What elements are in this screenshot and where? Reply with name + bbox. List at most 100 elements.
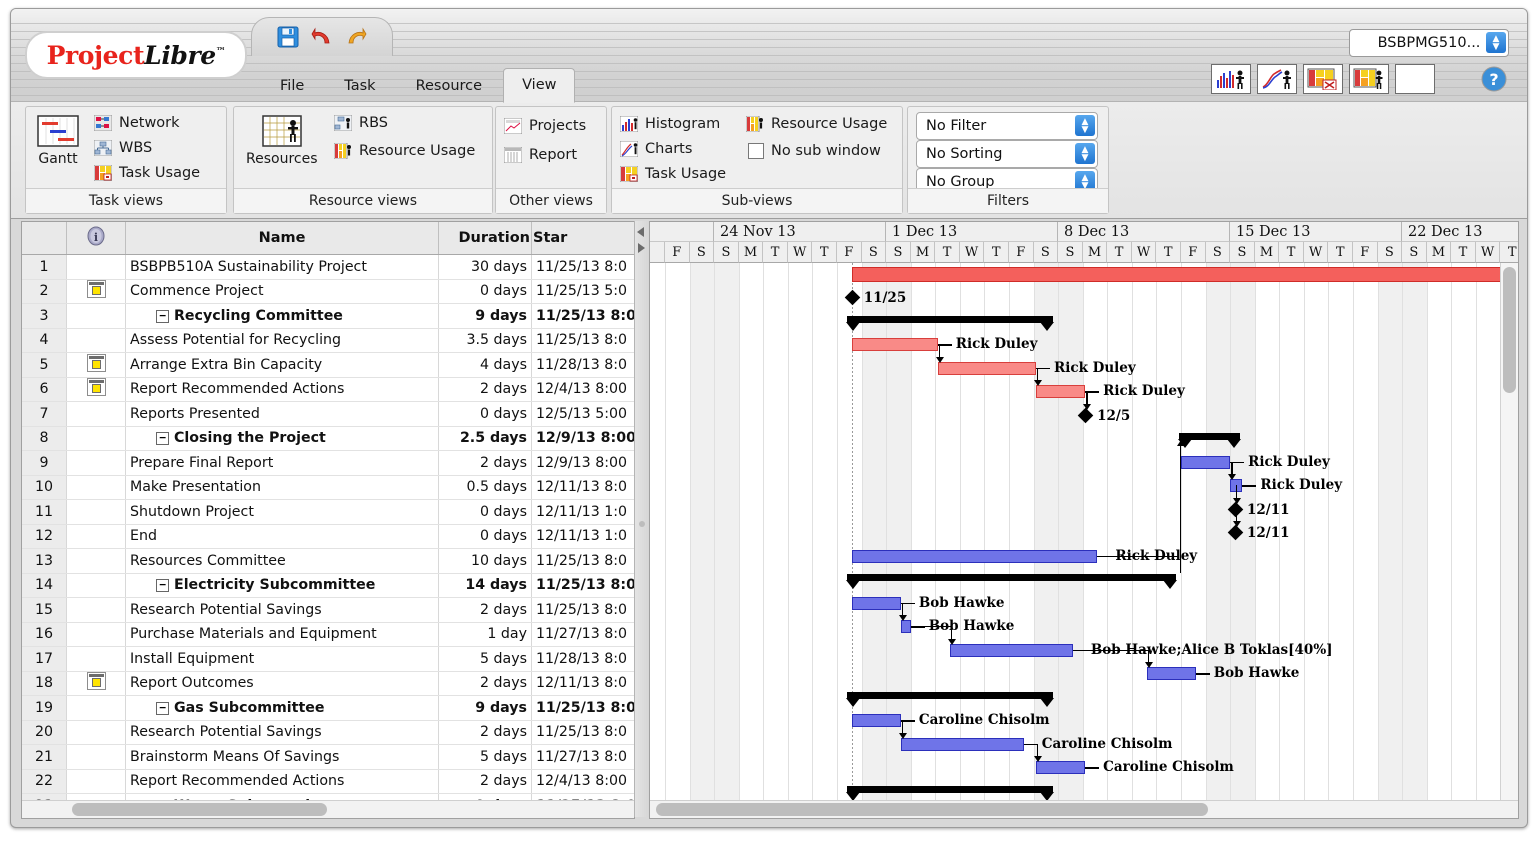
row-indicator-cell[interactable] [66,548,126,574]
gantt-summary-bar[interactable] [846,574,1177,581]
filter-combo-spinner[interactable]: ▲ ▼ [1075,115,1095,136]
sorting-combo[interactable]: No Sorting ▲ ▼ [916,140,1098,168]
task-usage-view-button[interactable]: Task Usage [94,165,200,181]
row-duration[interactable]: 2 days [438,450,532,476]
row-duration[interactable]: 0 days [438,401,532,427]
row-indicator-cell[interactable] [66,475,126,500]
resource-chart-icon[interactable] [1257,64,1297,94]
table-row[interactable]: 6 Report Recommended Actions 2 days 12/4/13… [22,377,634,402]
table-row[interactable]: 18 Report Outcomes 2 days 12/11/13 8:0 [22,671,634,696]
row-name[interactable]: − Closing the Project [125,426,439,451]
row-indicator-cell[interactable] [66,254,126,280]
collapse-expander-icon[interactable]: − [156,432,169,446]
gantt-link-line[interactable] [1195,673,1210,675]
gantt-task-bar[interactable] [950,643,1073,657]
gantt-task-bar[interactable] [851,549,1098,563]
note-icon[interactable] [86,280,106,299]
filter-combo[interactable]: No Filter ▲ ▼ [916,112,1098,140]
row-duration[interactable]: 4 days [438,352,532,378]
close-usage-icon[interactable] [1303,64,1343,94]
row-name[interactable]: Purchase Materials and Equipment [125,622,439,647]
gantt-view-button[interactable]: Gantt [36,114,80,167]
gantt-summary-bar[interactable] [846,315,1054,323]
table-row[interactable]: 2 Commence Project 0 days 11/25/13 5:0 [22,279,634,304]
table-row[interactable]: 1 BSBPB510A Sustainability Project 30 days… [22,254,634,280]
row-indicator-cell[interactable] [66,499,126,525]
gantt-summary-cap-right[interactable] [1040,697,1055,707]
row-name[interactable]: Arrange Extra Bin Capacity [125,352,439,378]
resources-view-button[interactable]: Resources [246,114,318,167]
resource-usage-subview-button[interactable]: Resource Usage [746,116,887,132]
gantt-task-bar[interactable] [851,714,901,727]
collapse-expander-icon[interactable]: − [156,579,169,593]
row-start[interactable]: 11/25/13 8:0 [531,548,634,574]
note-icon[interactable] [86,672,106,691]
tab-resource[interactable]: Resource [397,69,502,103]
row-indicator-cell[interactable] [66,671,126,696]
tab-task[interactable]: Task [325,69,394,103]
row-start[interactable]: 11/27/13 8:0 [531,622,634,647]
row-duration[interactable]: 14 days [438,573,532,598]
column-header-name[interactable]: Name [125,222,439,255]
table-row[interactable]: 19 − Gas Subcommittee 9 days 11/25/13 8:0 [22,695,634,721]
checkbox-icon[interactable] [748,143,764,159]
gantt-summary-cap-right[interactable] [1040,321,1055,331]
row-indicator-cell[interactable] [66,352,126,378]
row-name[interactable]: Resources Committee [125,548,439,574]
row-start[interactable]: 11/25/13 8:0 [531,573,634,598]
table-row[interactable]: 3 − Recycling Committee 9 days 11/25/13 8:0 [22,303,634,329]
row-name[interactable]: Shutdown Project [125,499,439,525]
row-name[interactable]: Make Presentation [125,475,439,500]
row-start[interactable]: 12/11/13 8:0 [531,671,634,696]
row-indicator-cell[interactable] [66,695,126,721]
gantt-chart-area[interactable]: 11/25 Rick Duley Rick Duley Rick Duley 12/5 R… [650,263,1518,818]
row-start[interactable]: 11/27/13 8:0 [531,744,634,770]
row-duration[interactable]: 0.5 days [438,475,532,500]
row-indicator-cell[interactable] [66,401,126,427]
row-start[interactable]: 11/25/13 8:0 [531,328,634,353]
table-row[interactable]: 7 Reports Presented 0 days 12/5/13 5:00 [22,401,634,427]
row-indicator-cell[interactable] [66,646,126,672]
row-duration[interactable]: 30 days [438,254,532,280]
row-duration[interactable]: 2 days [438,597,532,623]
row-indicator-cell[interactable] [66,597,126,623]
row-duration[interactable]: 0 days [438,524,532,549]
row-duration[interactable]: 9 days [438,303,532,329]
table-row[interactable]: 22 Report Recommended Actions 2 days 12/4/1… [22,769,634,794]
table-row[interactable]: 20 Research Potential Savings 2 days 11/25/… [22,720,634,745]
rbs-view-button[interactable]: RBS [334,115,388,131]
gantt-vscroll-track[interactable] [1500,263,1518,801]
wbs-view-button[interactable]: WBS [94,140,152,156]
row-name[interactable]: Research Potential Savings [125,597,439,623]
row-duration[interactable]: 2 days [438,671,532,696]
row-indicator-cell[interactable] [66,720,126,745]
table-row[interactable]: 9 Prepare Final Report 2 days 12/9/13 8:00 [22,450,634,476]
save-icon[interactable] [277,26,299,48]
table-row[interactable]: 17 Install Equipment 5 days 11/28/13 8:0 [22,646,634,672]
note-icon[interactable] [86,378,106,397]
gantt-summary-cap-left[interactable] [845,697,860,707]
row-start[interactable]: 12/11/13 8:0 [531,475,634,500]
gantt-task-bar[interactable] [1036,761,1086,774]
table-row[interactable]: 5 Arrange Extra Bin Capacity 4 days 11/28/1… [22,352,634,378]
gantt-project-bar[interactable] [851,266,1518,282]
project-selector-combo[interactable]: BSBPMG510... ▲ ▼ [1349,29,1509,57]
gantt-milestone-marker[interactable] [844,289,860,306]
row-start[interactable]: 12/11/13 1:0 [531,524,634,549]
row-indicator-cell[interactable] [66,622,126,647]
row-name[interactable]: End [125,524,439,549]
gantt-task-bar[interactable] [1180,455,1231,469]
gantt-summary-bar[interactable] [846,785,1054,793]
report-view-button[interactable]: Report [504,147,577,163]
row-start[interactable]: 12/5/13 5:00 [531,401,634,427]
row-indicator-cell[interactable] [66,279,126,304]
row-indicator-cell[interactable] [66,377,126,402]
column-header-duration[interactable]: Duration [438,222,532,255]
row-start[interactable]: 12/9/13 8:00 [531,426,634,451]
gantt-task-bar[interactable] [1036,385,1086,398]
row-start[interactable]: 12/9/13 8:00 [531,450,634,476]
gantt-summary-cap-right[interactable] [1163,580,1178,589]
no-sub-window-checkbox[interactable]: No sub window [748,143,881,159]
row-indicator-cell[interactable] [66,744,126,770]
row-duration[interactable]: 9 days [438,695,532,721]
